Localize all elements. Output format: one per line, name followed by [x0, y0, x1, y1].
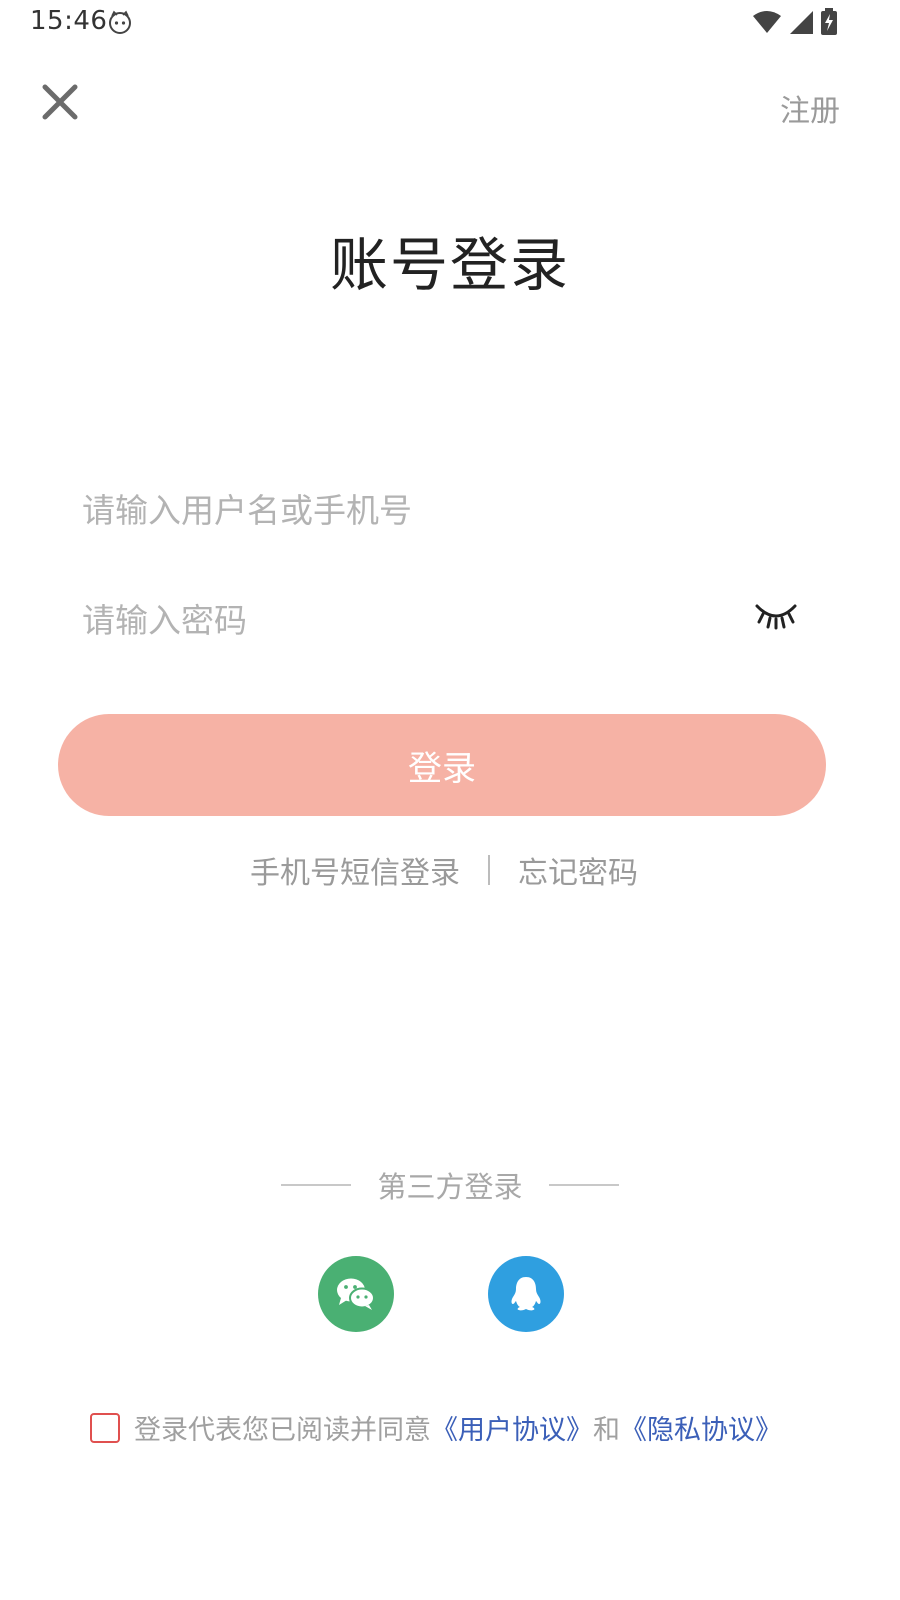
agreement-row: 登录代表您已阅读并同意 《用户协议》 和 《隐私协议》	[90, 1408, 870, 1447]
qq-login-button[interactable]	[488, 1256, 564, 1332]
alt-login-links: 手机号短信登录 忘记密码	[0, 848, 900, 892]
notification-cat-icon	[109, 10, 131, 34]
username-input[interactable]	[82, 480, 822, 540]
agreement-prefix: 登录代表您已阅读并同意	[134, 1415, 431, 1446]
cellular-signal-icon	[790, 11, 813, 34]
divider-line-left	[281, 1184, 352, 1186]
username-field-wrapper	[82, 480, 822, 540]
close-icon	[42, 84, 78, 120]
status-time: 15:46	[30, 6, 108, 36]
login-button[interactable]: 登录	[58, 714, 826, 816]
agreement-connector: 和	[593, 1415, 620, 1446]
wechat-icon	[337, 1278, 375, 1310]
divider-line-right	[548, 1184, 619, 1186]
password-field-wrapper	[82, 590, 822, 650]
close-button[interactable]	[38, 80, 82, 124]
eye-closed-icon[interactable]	[754, 598, 798, 630]
register-link[interactable]: 注册	[780, 86, 840, 130]
page-title: 账号登录	[329, 231, 570, 299]
third-party-header: 第三方登录	[0, 1164, 900, 1206]
sms-login-link[interactable]: 手机号短信登录	[250, 848, 460, 892]
privacy-agreement-link[interactable]: 《隐私协议》	[620, 1408, 782, 1447]
wechat-login-button[interactable]	[318, 1256, 394, 1332]
third-party-title: 第三方登录	[377, 1170, 523, 1204]
status-icons	[752, 8, 838, 36]
forgot-password-link[interactable]: 忘记密码	[518, 848, 638, 892]
qq-icon	[511, 1277, 541, 1311]
password-input[interactable]	[82, 590, 822, 650]
link-divider	[488, 855, 490, 885]
status-bar: 15:46	[0, 0, 900, 48]
wifi-icon	[753, 11, 781, 33]
login-screen: 15:46 注册 账号登录 请输入用户名或手机号 登录 手机号短信登录 忘记密码…	[0, 0, 900, 1600]
agreement-checkbox[interactable]	[90, 1412, 120, 1443]
battery-charging-icon	[821, 8, 837, 35]
user-agreement-link[interactable]: 《用户协议》	[431, 1408, 593, 1447]
